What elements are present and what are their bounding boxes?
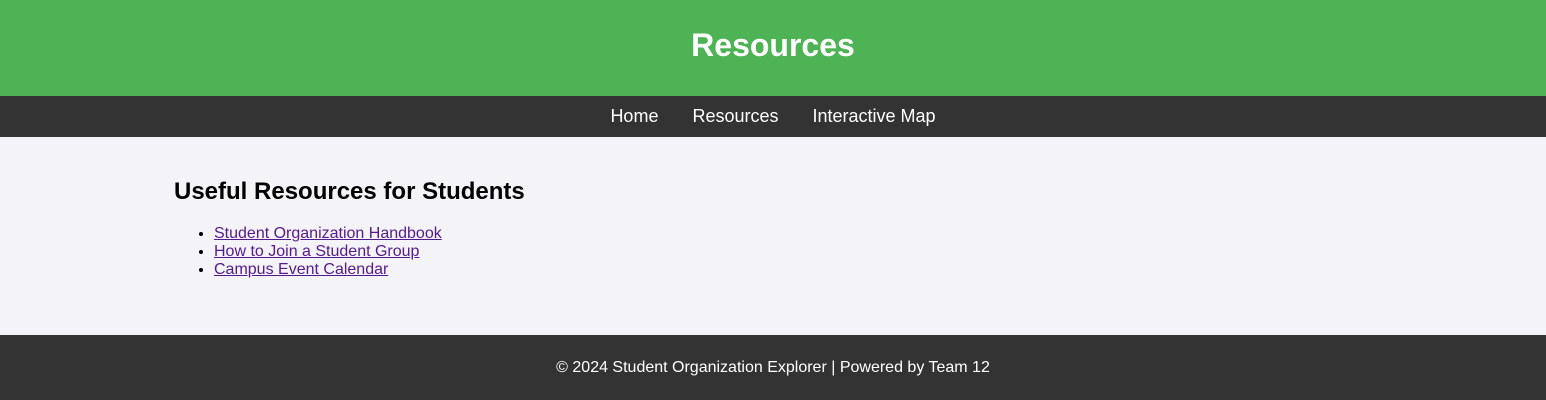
page-title: Resources xyxy=(691,26,855,63)
page-footer: © 2024 Student Organization Explorer | P… xyxy=(0,335,1546,400)
nav-item-interactive-map[interactable]: Interactive Map xyxy=(813,106,936,127)
main-content: Useful Resources for Students Student Or… xyxy=(174,178,1374,279)
resource-link-event-calendar[interactable]: Campus Event Calendar xyxy=(214,261,388,278)
list-item: How to Join a Student Group xyxy=(214,243,1374,261)
section-heading: Useful Resources for Students xyxy=(174,178,525,205)
nav-item-resources[interactable]: Resources xyxy=(692,106,778,127)
resource-list: Student Organization Handbook How to Joi… xyxy=(174,225,1374,279)
footer-text: © 2024 Student Organization Explorer | P… xyxy=(556,358,990,376)
list-item: Campus Event Calendar xyxy=(214,261,1374,279)
main-nav: Home Resources Interactive Map xyxy=(0,96,1546,137)
nav-item-home[interactable]: Home xyxy=(610,106,658,127)
list-item: Student Organization Handbook xyxy=(214,225,1374,243)
resource-link-handbook[interactable]: Student Organization Handbook xyxy=(214,225,442,242)
resource-link-join-group[interactable]: How to Join a Student Group xyxy=(214,243,419,260)
page-header: Resources xyxy=(0,0,1546,96)
